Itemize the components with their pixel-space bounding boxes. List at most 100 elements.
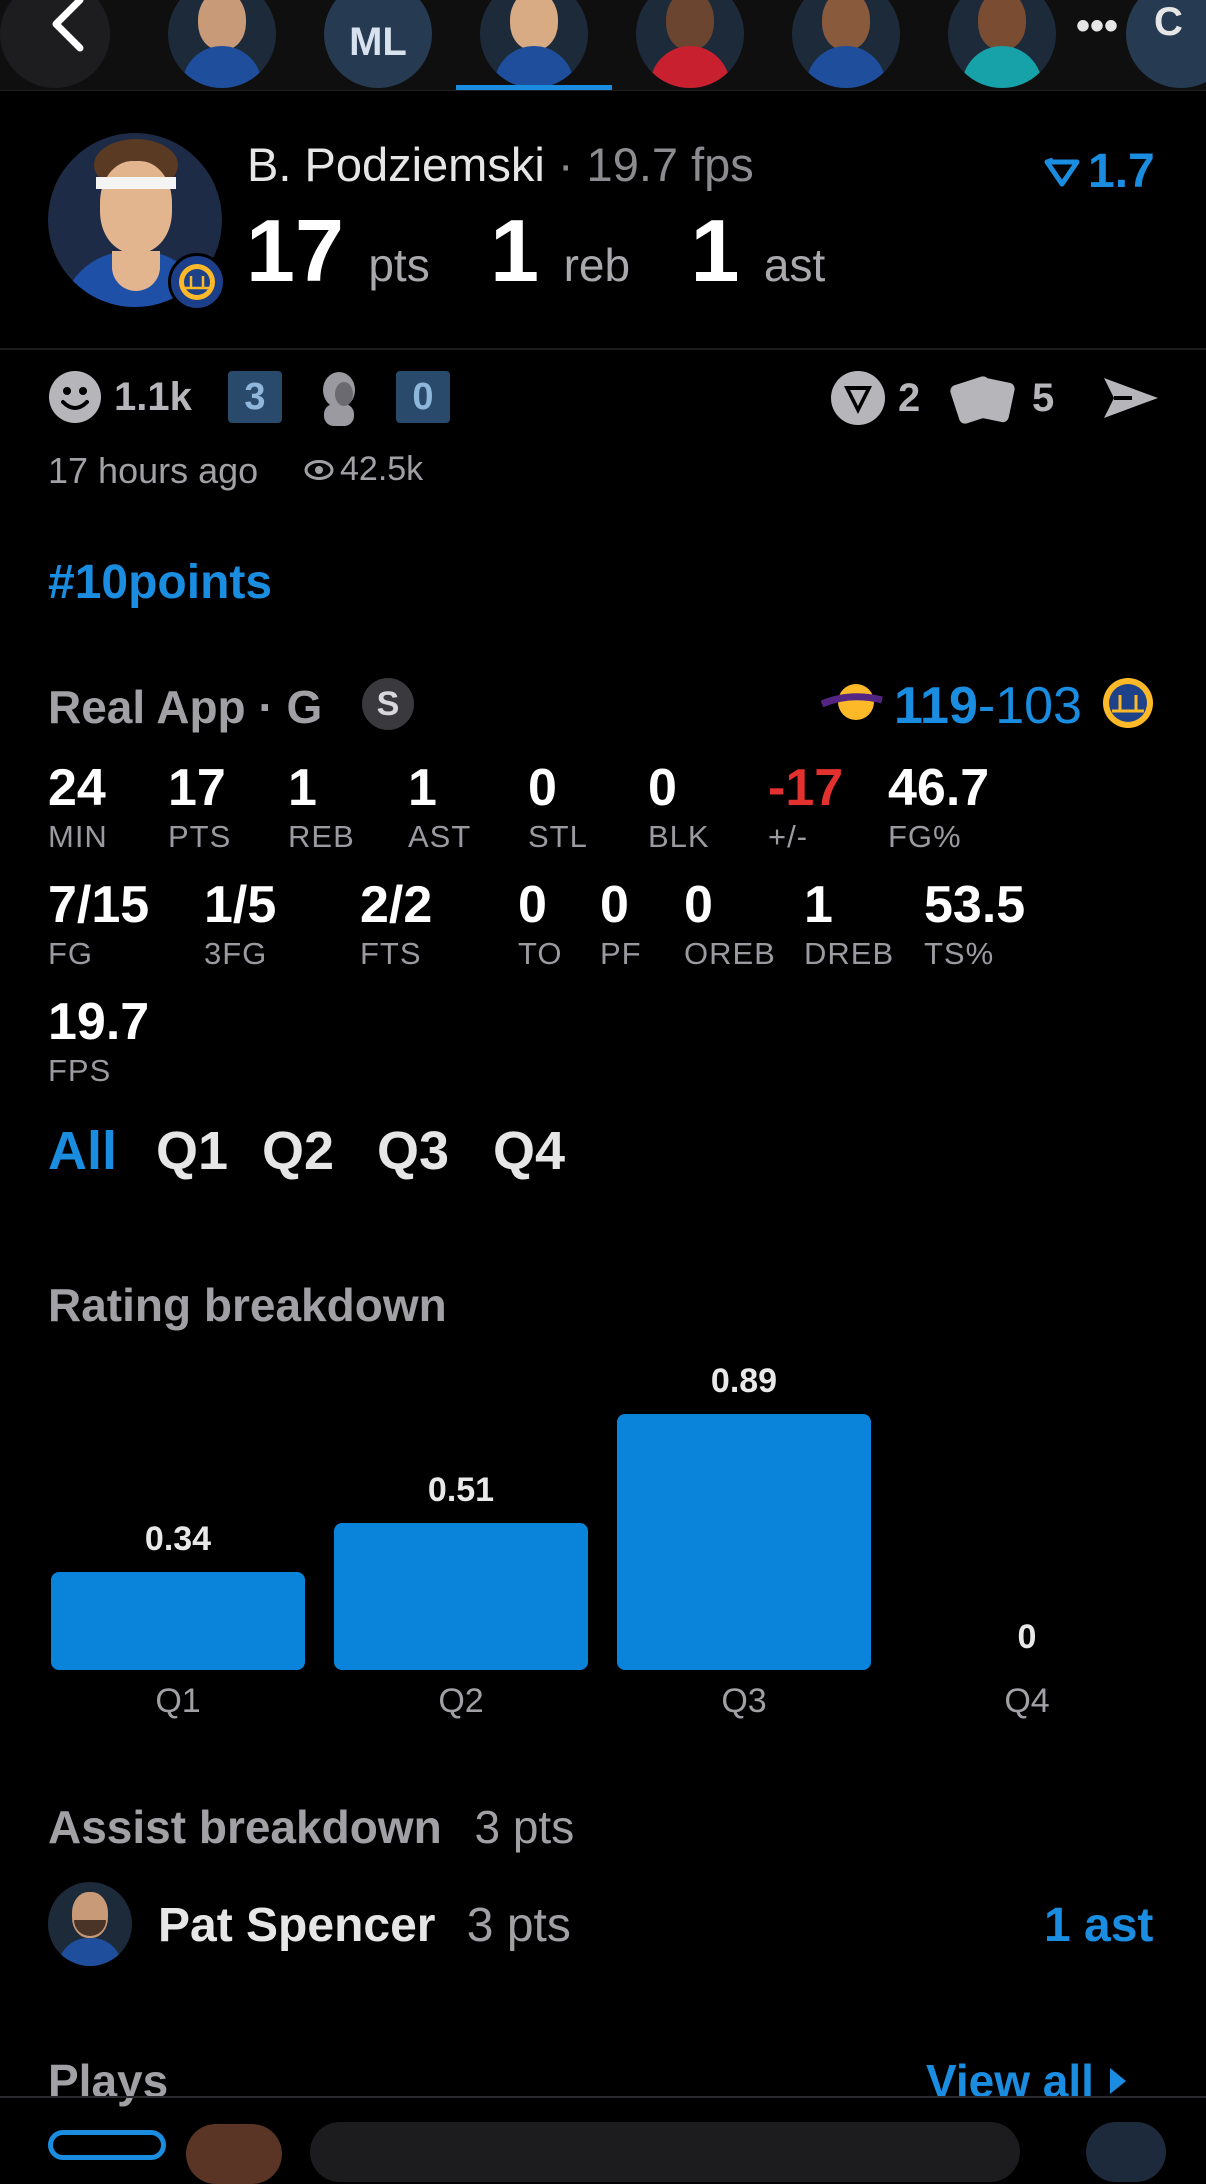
score-home: 119 [894, 677, 978, 735]
hashtag-link[interactable]: #10points [48, 555, 272, 610]
player-avatar[interactable] [636, 0, 744, 88]
smile-icon [49, 371, 101, 423]
send-icon [1104, 378, 1158, 418]
chart-category-label-q3: Q3 [721, 1682, 767, 1720]
eye-icon [304, 459, 334, 480]
stat-dreb: 1 DREB [804, 876, 895, 971]
player-name-line: B. Podziemski · 19.7 fps [247, 137, 754, 192]
game-score[interactable]: 119-103 [894, 676, 1082, 736]
rating-value: 1.7 [1088, 145, 1155, 198]
headline-pts-unit: pts [368, 239, 430, 291]
chart-bar-q2 [334, 1523, 588, 1670]
cards-count: 5 [1032, 375, 1055, 420]
chart-bar-q1 [51, 1572, 305, 1670]
stat-to: 0 TO [518, 876, 563, 971]
bottom-bar-divider [0, 2096, 1206, 2098]
headline-statline: 17 pts 1 reb 1 ast [246, 200, 861, 302]
overflow-avatar-letter: C [1154, 0, 1183, 44]
facepalm-icon[interactable] [310, 368, 368, 426]
rating-breakdown-chart: 0.34 Q1 0.51 Q2 0.89 Q3 0 Q4 [0, 1340, 1206, 1740]
player-fps: · 19.7 fps [557, 138, 754, 191]
reaction-badge-a[interactable]: 3 [228, 371, 282, 423]
smile-count: 1.1k [114, 374, 192, 419]
stat-stl: 0 STL [528, 759, 588, 854]
assist-breakdown-title: Assist breakdown [48, 1801, 442, 1853]
reaction-badge-b[interactable]: 0 [396, 371, 450, 423]
team-logo-icon [168, 253, 226, 311]
player-avatar[interactable] [168, 0, 276, 88]
assist-avatar[interactable] [48, 1882, 132, 1966]
stat-pts: 17 PTS [168, 759, 232, 854]
stat-blk: 0 BLK [648, 759, 710, 854]
badge-a-count: 3 [244, 375, 266, 418]
cards-reaction[interactable]: 5 [950, 370, 1054, 426]
player-switcher-strip: ML ••• C [0, 0, 1206, 91]
score-away: 103 [995, 677, 1082, 735]
stat-fg-pct: 46.7 FG% [888, 759, 990, 854]
stat-reb: 1 REB [288, 759, 355, 854]
chart-bar-q3 [617, 1414, 871, 1670]
stat-plus-minus: -17 +/- [768, 759, 844, 854]
team-logo-icon [1102, 677, 1154, 729]
bottom-action-button[interactable] [1086, 2122, 1166, 2182]
assist-count[interactable]: 1 ast [1044, 1898, 1153, 1953]
assist-player-row[interactable]: Pat Spencer 3 pts [158, 1898, 571, 1953]
player-avatar-selected[interactable] [480, 0, 588, 88]
chart-value-label-q1: 0.34 [144, 1520, 212, 1558]
view-all-label: View all [926, 2055, 1094, 2107]
chart-value-label-q4: 0 [1017, 1618, 1037, 1656]
chart-value-label-q3: 0.89 [710, 1362, 778, 1400]
avatar-initials-text: ML [349, 19, 407, 64]
assist-breakdown-pts: 3 pts [474, 1801, 575, 1853]
more-menu-button[interactable]: ••• [1076, 4, 1118, 49]
opponent-logo-icon [820, 682, 884, 727]
stat-3fg: 1/5 3FG [204, 876, 277, 971]
assist-player-pts: 3 pts [466, 1899, 571, 1952]
caret-right-icon [1109, 2068, 1126, 2094]
stat-fts: 2/2 FTS [360, 876, 433, 971]
stat-min: 24 MIN [48, 759, 108, 854]
chart-value-label-q2: 0.51 [427, 1471, 495, 1509]
stat-ts-pct: 53.5 TS% [924, 876, 1026, 971]
headline-pts: 17 [246, 201, 344, 300]
tab-all[interactable]: All [48, 1120, 117, 1182]
rating-breakdown-title: Rating breakdown [48, 1279, 447, 1331]
headline-reb: 1 [490, 201, 540, 300]
headline-reb-unit: reb [563, 239, 631, 291]
score-separator: - [977, 677, 996, 735]
tab-q2[interactable]: Q2 [262, 1120, 334, 1182]
assist-player-name: Pat Spencer [158, 1899, 436, 1952]
chart-category-label-q4: Q4 [1004, 1682, 1050, 1720]
game-source: Real App · G [48, 681, 323, 733]
reaction-smile[interactable]: 1.1k [48, 370, 192, 424]
comment-input-bar[interactable] [310, 2122, 1020, 2182]
tab-q1[interactable]: Q1 [156, 1120, 228, 1182]
stat-oreb: 0 OREB [684, 876, 776, 971]
headline-ast-unit: ast [763, 239, 826, 291]
stat-fps: 19.7 FPS [48, 993, 150, 1088]
selected-tab-indicator [456, 85, 612, 90]
source-badge: S [362, 678, 414, 730]
plays-title: Plays [48, 2055, 169, 2107]
tab-q4[interactable]: Q4 [493, 1120, 565, 1182]
share-button[interactable] [1102, 374, 1160, 427]
stat-fg: 7/15 FG [48, 876, 150, 971]
source-badge-letter: S [376, 684, 400, 723]
chevron-left-icon [52, 0, 84, 52]
player-avatar[interactable] [948, 0, 1056, 88]
back-button[interactable] [0, 0, 110, 88]
bottom-nav-button[interactable] [48, 2130, 166, 2160]
player-name: B. Podziemski [247, 138, 545, 191]
player-avatar-initials[interactable]: ML [324, 0, 432, 88]
bottom-avatar[interactable] [186, 2124, 282, 2184]
tag-reaction[interactable]: 2 [830, 370, 920, 426]
view-count: 42.5k [340, 450, 424, 488]
cards-icon [950, 376, 1015, 424]
rating-down-icon [1044, 157, 1080, 186]
stat-ast: 1 AST [408, 759, 472, 854]
rating-change[interactable]: 1.7 [1044, 144, 1155, 199]
player-avatar[interactable] [792, 0, 900, 88]
tab-q3[interactable]: Q3 [377, 1120, 449, 1182]
assist-breakdown-header: Assist breakdown 3 pts [48, 1800, 574, 1854]
view-all-link[interactable]: View all [926, 2054, 1128, 2108]
